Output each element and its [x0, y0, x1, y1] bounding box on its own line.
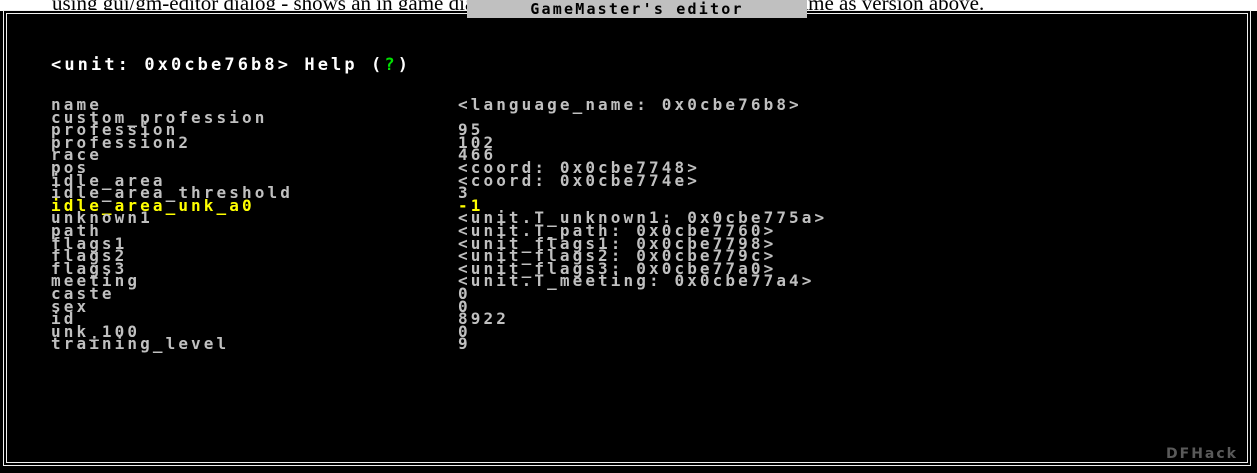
field-value: 9 — [458, 334, 471, 354]
header-line: <unit: 0x0cbe76b8> Help (?) — [51, 55, 411, 75]
field-name: training_level — [51, 334, 230, 354]
screen: using gui/gm-editor dialog - shows an in… — [0, 0, 1257, 473]
object-label: <unit: 0x0cbe76b8> — [51, 55, 292, 75]
dfhack-label: DFHack — [1163, 446, 1241, 462]
help-close: ) — [397, 55, 412, 75]
field-value: <language_name: 0x0cbe76b8> — [458, 95, 802, 114]
field-value: <unit.T_meeting: 0x0cbe77a4> — [458, 271, 815, 291]
editor-window: <unit: 0x0cbe76b8> Help (?) name <languag… — [3, 10, 1251, 466]
help-label: Help ( — [304, 55, 385, 75]
field-value: <coord: 0x0cbe774e> — [458, 170, 700, 190]
help-key: ? — [384, 55, 398, 75]
help-button[interactable]: Help (?) — [304, 55, 411, 75]
window-title: GameMaster's editor — [467, 0, 807, 18]
